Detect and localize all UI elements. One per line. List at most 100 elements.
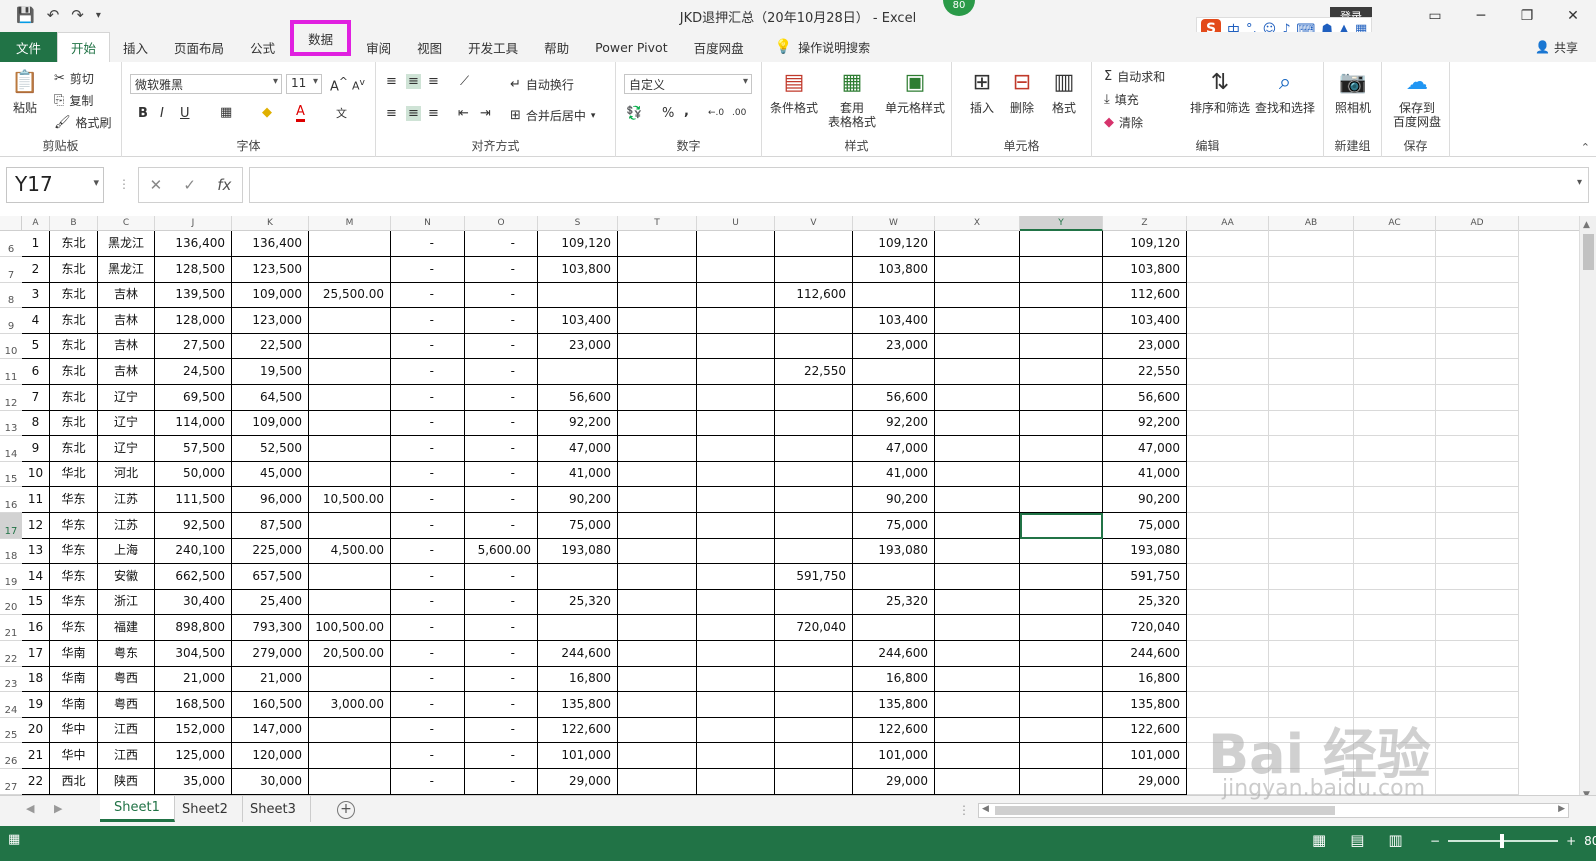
tab-developer[interactable]: 开发工具 [455, 32, 531, 62]
cell-c23[interactable]: 粤西 [98, 666, 155, 692]
cell-m17[interactable] [309, 513, 391, 539]
cell-u17[interactable] [697, 513, 775, 539]
column-header-ab[interactable]: AB [1269, 216, 1354, 231]
cell-s13[interactable]: 92,200 [538, 410, 618, 436]
cell-v14[interactable] [775, 436, 853, 462]
cell-x7[interactable] [935, 257, 1020, 283]
cell-aa16[interactable] [1187, 487, 1269, 513]
cell-w11[interactable] [853, 359, 935, 385]
cell-x23[interactable] [935, 666, 1020, 692]
cell-b16[interactable]: 华东 [50, 487, 98, 513]
cell-t23[interactable] [618, 666, 697, 692]
cell-j10[interactable]: 27,500 [155, 333, 232, 359]
cell-x27[interactable] [935, 769, 1020, 795]
cell-x9[interactable] [935, 308, 1020, 334]
cell-t16[interactable] [618, 487, 697, 513]
cell-k6[interactable]: 136,400 [232, 231, 309, 257]
column-header-t[interactable]: T [618, 216, 697, 231]
row-header-6[interactable]: 6 [0, 231, 22, 257]
cell-a26[interactable]: 21 [22, 743, 50, 769]
cell-u24[interactable] [697, 692, 775, 718]
cell-u10[interactable] [697, 333, 775, 359]
decrease-decimal-icon[interactable]: .00 [732, 108, 746, 118]
cell-m20[interactable] [309, 589, 391, 615]
cell-k23[interactable]: 21,000 [232, 666, 309, 692]
underline-button[interactable]: U [180, 106, 190, 121]
cell-v26[interactable] [775, 743, 853, 769]
cell-m6[interactable] [309, 231, 391, 257]
cell-w8[interactable] [853, 282, 935, 308]
cell-ab20[interactable] [1269, 589, 1354, 615]
cell-ac19[interactable] [1354, 564, 1436, 590]
cell-a16[interactable]: 11 [22, 487, 50, 513]
cell-a23[interactable]: 18 [22, 666, 50, 692]
cell-c6[interactable]: 黑龙江 [98, 231, 155, 257]
cell-s18[interactable]: 193,080 [538, 538, 618, 564]
format-cells-button[interactable]: ▥ 格式 [1046, 68, 1082, 116]
cell-ad7[interactable] [1436, 257, 1519, 283]
cell-c26[interactable]: 江西 [98, 743, 155, 769]
cell-z8[interactable]: 112,600 [1103, 282, 1187, 308]
cell-u12[interactable] [697, 385, 775, 411]
cell-k11[interactable]: 19,500 [232, 359, 309, 385]
find-select-button[interactable]: ⌕ 查找和选择 [1252, 68, 1318, 116]
cell-y23[interactable] [1020, 666, 1103, 692]
align-bottom-icon[interactable]: ≡ [428, 74, 439, 89]
cell-u16[interactable] [697, 487, 775, 513]
macro-record-icon[interactable]: ▦ [8, 832, 20, 847]
cell-s17[interactable]: 75,000 [538, 513, 618, 539]
cell-v12[interactable] [775, 385, 853, 411]
cell-a8[interactable]: 3 [22, 282, 50, 308]
cell-c20[interactable]: 浙江 [98, 589, 155, 615]
cell-u13[interactable] [697, 410, 775, 436]
cell-n15[interactable]: - [391, 461, 465, 487]
cell-t27[interactable] [618, 769, 697, 795]
cell-j17[interactable]: 92,500 [155, 513, 232, 539]
cell-a19[interactable]: 14 [22, 564, 50, 590]
cell-t25[interactable] [618, 717, 697, 743]
split-handle-icon[interactable]: ⋮ [958, 803, 970, 817]
cell-o22[interactable]: - [465, 641, 538, 667]
cell-n14[interactable]: - [391, 436, 465, 462]
cell-s9[interactable]: 103,400 [538, 308, 618, 334]
cell-n9[interactable]: - [391, 308, 465, 334]
cell-ab9[interactable] [1269, 308, 1354, 334]
cell-aa19[interactable] [1187, 564, 1269, 590]
copy-button[interactable]: ⎘ 复制 [54, 92, 93, 109]
row-header-26[interactable]: 26 [0, 743, 22, 769]
cell-x6[interactable] [935, 231, 1020, 257]
cell-w19[interactable] [853, 564, 935, 590]
cell-o16[interactable]: - [465, 487, 538, 513]
cut-button[interactable]: ✂ 剪切 [54, 70, 94, 87]
cell-o14[interactable]: - [465, 436, 538, 462]
cell-t10[interactable] [618, 333, 697, 359]
column-header-u[interactable]: U [697, 216, 775, 231]
cell-u23[interactable] [697, 666, 775, 692]
cell-ac23[interactable] [1354, 666, 1436, 692]
cell-z18[interactable]: 193,080 [1103, 538, 1187, 564]
cell-w17[interactable]: 75,000 [853, 513, 935, 539]
align-left-icon[interactable]: ≡ [386, 106, 397, 121]
sheet-tab-sheet1[interactable]: Sheet1 [100, 796, 175, 822]
cell-ad11[interactable] [1436, 359, 1519, 385]
tab-view[interactable]: 视图 [404, 32, 455, 62]
cell-ac17[interactable] [1354, 513, 1436, 539]
cell-j19[interactable]: 662,500 [155, 564, 232, 590]
cell-w25[interactable]: 122,600 [853, 717, 935, 743]
cell-c11[interactable]: 吉林 [98, 359, 155, 385]
cell-v23[interactable] [775, 666, 853, 692]
cell-t9[interactable] [618, 308, 697, 334]
column-header-c[interactable]: C [98, 216, 155, 231]
cell-v21[interactable]: 720,040 [775, 615, 853, 641]
cell-b22[interactable]: 华南 [50, 641, 98, 667]
cell-m13[interactable] [309, 410, 391, 436]
cell-b19[interactable]: 华东 [50, 564, 98, 590]
collapse-ribbon-icon[interactable]: ⌃ [1581, 141, 1590, 154]
zoom-level[interactable]: 80% [1584, 834, 1596, 848]
cell-j20[interactable]: 30,400 [155, 589, 232, 615]
row-header-24[interactable]: 24 [0, 692, 22, 718]
cell-k15[interactable]: 45,000 [232, 461, 309, 487]
scroll-up-icon[interactable]: ▲ [1583, 220, 1590, 230]
cell-n25[interactable]: - [391, 717, 465, 743]
cell-z12[interactable]: 56,600 [1103, 385, 1187, 411]
